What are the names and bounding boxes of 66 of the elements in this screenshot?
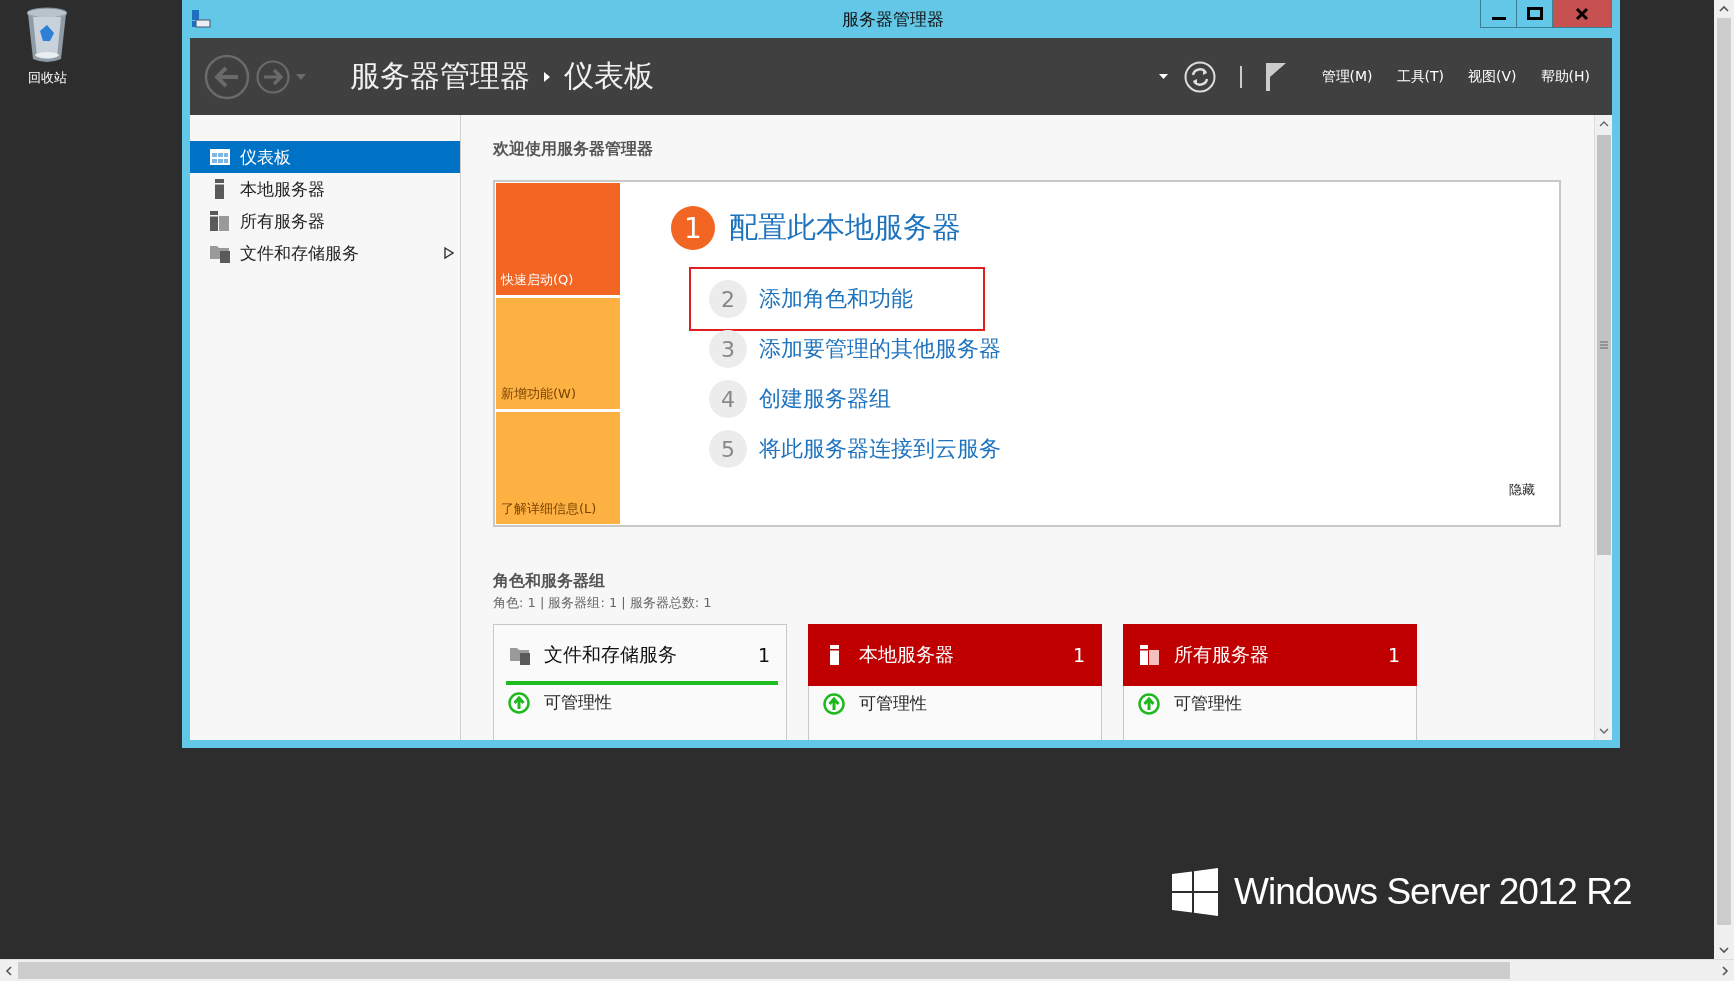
scroll-up-icon[interactable]: [1597, 119, 1610, 129]
status-row[interactable]: 可管理性: [494, 685, 786, 720]
servers-icon: [1140, 645, 1160, 665]
windows-logo-icon: [1172, 868, 1218, 916]
sidebar-item[interactable]: 本地服务器: [190, 173, 460, 205]
step-number: 5: [709, 430, 747, 468]
dashboard-icon: [210, 148, 230, 166]
card-header[interactable]: 本地服务器 1: [808, 624, 1102, 686]
scrollbar-thumb[interactable]: [18, 962, 1510, 979]
role-card[interactable]: 本地服务器 1 可管理性: [808, 624, 1102, 740]
status-row[interactable]: 可管理性: [809, 686, 1101, 721]
minimize-icon: [1491, 17, 1506, 20]
grip-icon: [1599, 341, 1608, 349]
task-link[interactable]: 将此服务器连接到云服务: [759, 434, 1001, 464]
role-card[interactable]: 所有服务器 1 可管理性: [1123, 624, 1417, 740]
sidebar-item[interactable]: 所有服务器: [190, 205, 460, 237]
scroll-down-icon[interactable]: [1597, 726, 1610, 736]
task-link[interactable]: 添加要管理的其他服务器: [759, 334, 1001, 364]
sidebar-item[interactable]: 文件和存储服务: [190, 237, 460, 269]
quick-tile[interactable]: 了解详细信息(L): [496, 412, 620, 524]
folder-server-icon: [510, 645, 530, 665]
card-header[interactable]: 所有服务器 1: [1123, 624, 1417, 686]
menu-item[interactable]: 帮助(H): [1540, 67, 1590, 86]
vertical-scrollbar[interactable]: [1714, 0, 1734, 959]
close-button[interactable]: [1553, 0, 1611, 27]
scroll-up-icon[interactable]: [1718, 4, 1730, 14]
scrollbar-thumb[interactable]: [1596, 135, 1611, 555]
summary-text: 角色: 1 | 服务器组: 1 | 服务器总数: 1: [493, 594, 713, 612]
flag-icon[interactable]: [1265, 62, 1286, 91]
hide-link[interactable]: 隐藏: [1509, 481, 1535, 499]
breadcrumb-item[interactable]: 服务器管理器: [350, 56, 530, 97]
servers-icon: [210, 211, 230, 231]
maximize-icon: [1526, 7, 1543, 20]
task-link[interactable]: 添加角色和功能: [759, 284, 913, 314]
step-number: 2: [709, 280, 747, 318]
chevron-icon: [544, 71, 550, 82]
expand-icon[interactable]: [444, 247, 454, 259]
caret-icon[interactable]: [1158, 74, 1168, 79]
quick-tile[interactable]: 新增功能(W): [496, 297, 620, 410]
status-row[interactable]: 可管理性: [1124, 686, 1416, 721]
scrollbar-thumb[interactable]: [1717, 18, 1731, 925]
scroll-left-icon[interactable]: [4, 964, 14, 977]
role-card[interactable]: 文件和存储服务 1 可管理性: [493, 624, 787, 740]
step-number: 1: [671, 206, 715, 250]
menu-item[interactable]: 管理(M): [1321, 67, 1373, 86]
vertical-scrollbar[interactable]: [1594, 115, 1612, 740]
task-link[interactable]: 创建服务器组: [759, 384, 891, 414]
app-icon: [192, 10, 211, 28]
horizontal-scrollbar[interactable]: [0, 959, 1734, 981]
product-name: Windows Server 2012 R2: [1234, 871, 1632, 913]
step-number: 3: [709, 330, 747, 368]
sidebar-item[interactable]: 仪表板: [190, 141, 460, 173]
window-title: 服务器管理器: [842, 8, 944, 31]
scroll-right-icon[interactable]: [1720, 964, 1730, 977]
folder-server-icon: [210, 243, 230, 263]
step-number: 4: [709, 380, 747, 418]
menu-item[interactable]: 视图(V): [1468, 67, 1517, 86]
icon-label[interactable]: 回收站: [27, 69, 67, 87]
section-title: 欢迎使用服务器管理器: [493, 139, 653, 160]
step-heading[interactable]: 配置此本地服务器: [729, 208, 961, 248]
breadcrumb-item[interactable]: 仪表板: [564, 56, 654, 97]
scroll-down-icon[interactable]: [1718, 945, 1730, 955]
section-title: 角色和服务器组: [493, 571, 606, 592]
refresh-icon[interactable]: [1183, 60, 1216, 93]
menu-item[interactable]: 工具(T): [1396, 67, 1445, 86]
close-icon: [1575, 6, 1589, 21]
